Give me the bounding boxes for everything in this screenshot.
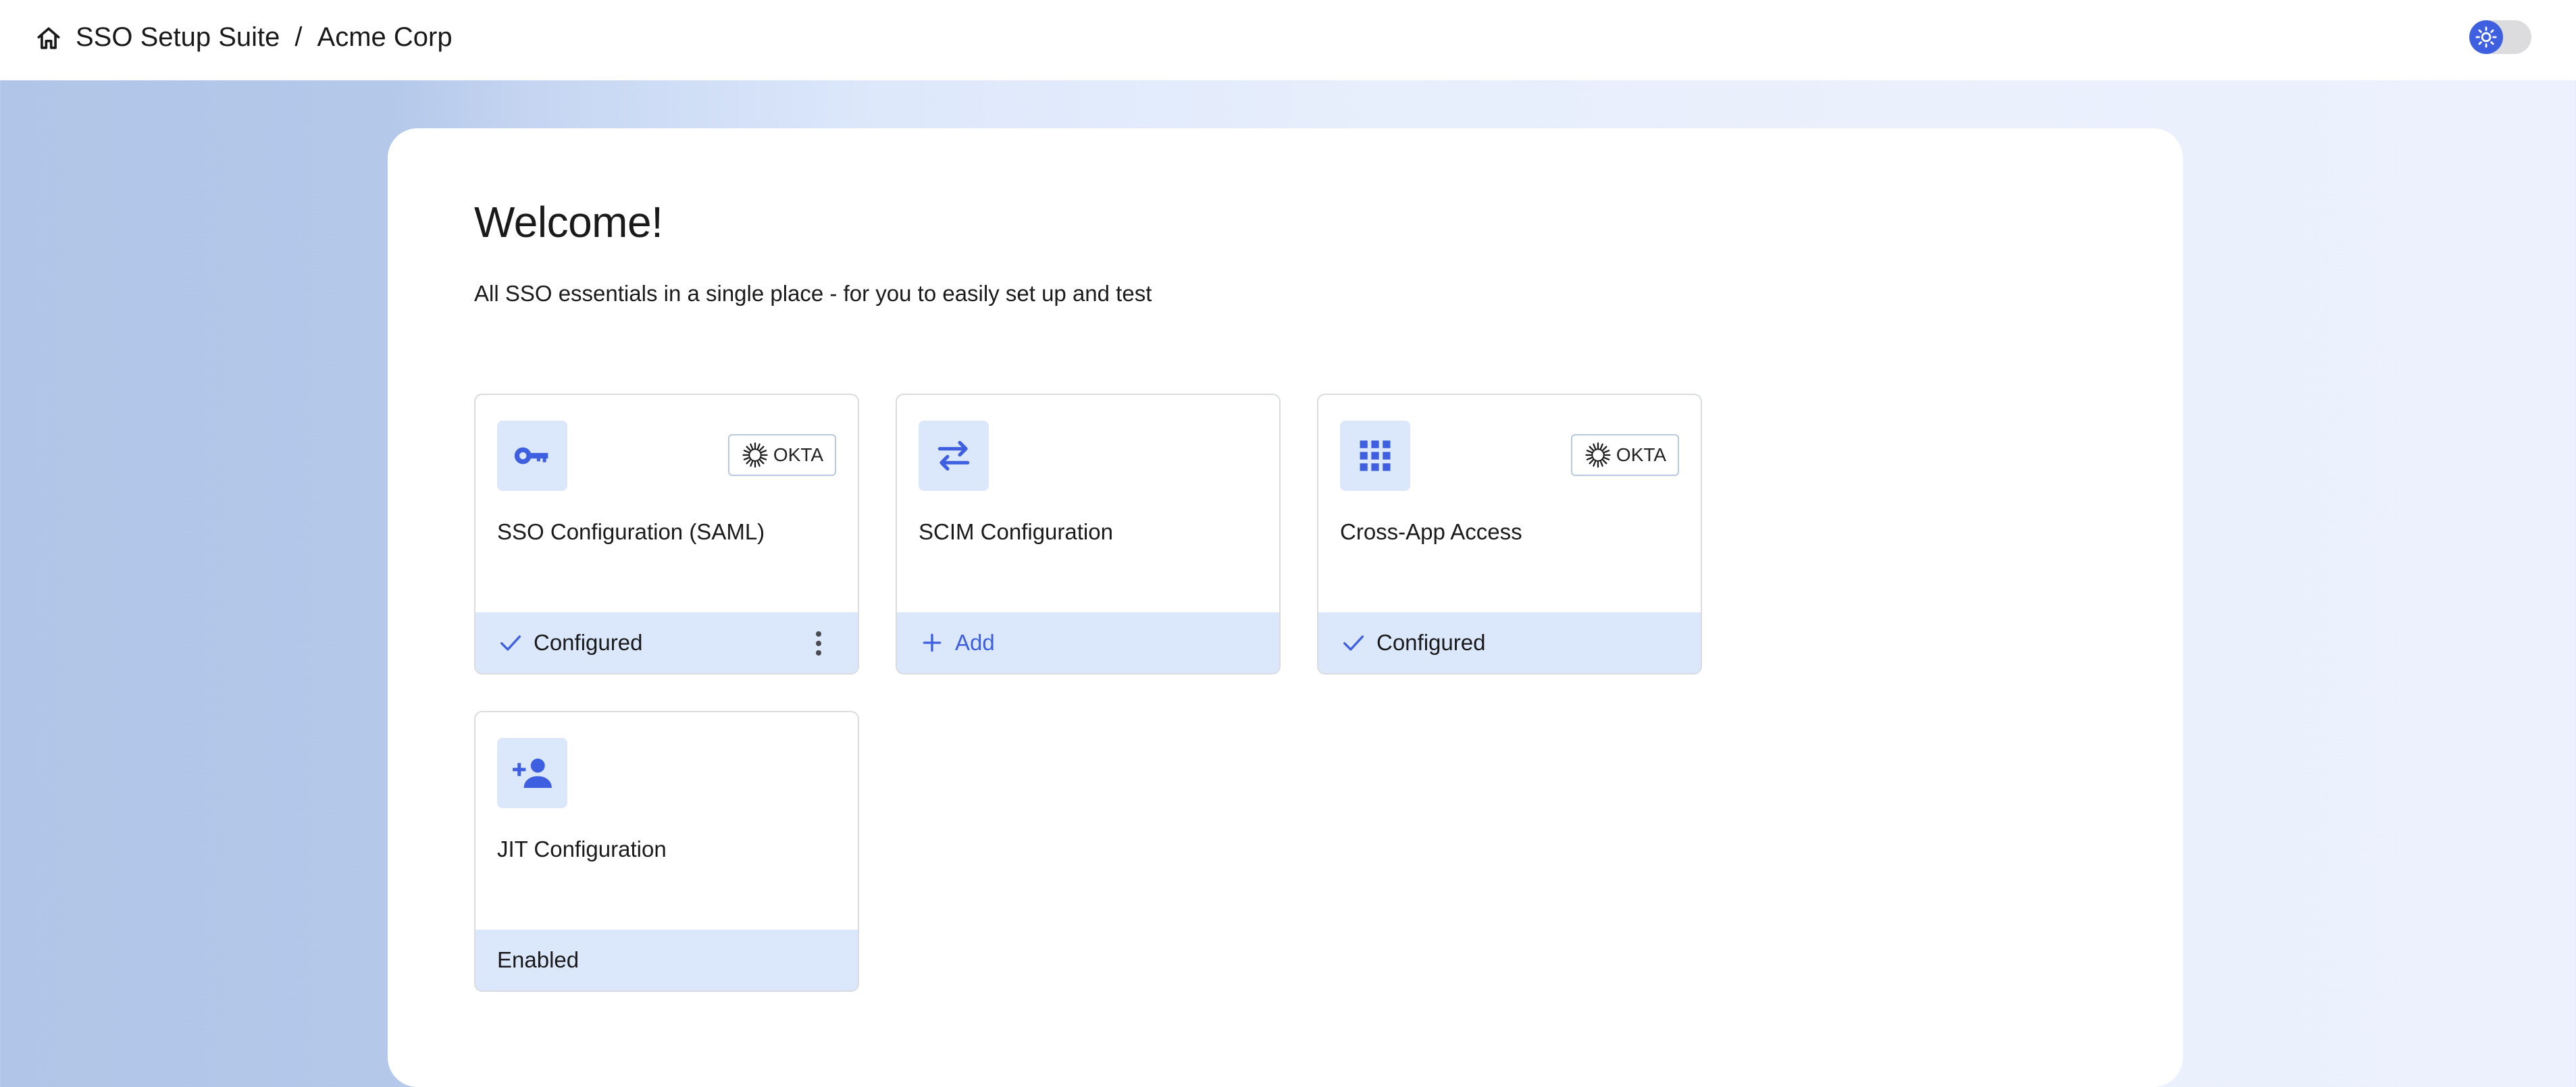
card-status-label: Configured [1376,630,1486,655]
okta-logo-icon [1585,442,1611,468]
okta-provider-badge: OKTA [728,434,836,476]
app-grid-icon [1360,440,1391,471]
card-status-label: Enabled [497,947,579,972]
plus-icon [923,633,942,652]
card-add-button[interactable]: Add [897,612,1279,673]
okta-badge-label: OKTA [1616,444,1667,465]
breadcrumb: SSO Setup Suite / Acme Corp [76,19,453,55]
card-status-label: Configured [534,630,643,655]
card-icon-tile [1340,421,1410,491]
sync-arrows-icon [937,441,970,471]
card-icon-tile [919,421,989,491]
card-status-footer[interactable]: Enabled [475,930,858,990]
okta-badge-label: OKTA [773,444,824,465]
card-title: JIT Configuration [497,837,667,861]
card-status-label: Add [955,630,995,655]
check-icon [500,635,521,651]
card-icon-tile [497,738,567,808]
key-icon [514,447,548,465]
card-sso-configuration[interactable]: OKTA SSO Configuration (SAML) Configured [474,394,859,674]
page-title: Welcome! [474,198,663,246]
page-subtitle: All SSO essentials in a single place - f… [474,281,1152,306]
card-cross-app-access[interactable]: OKTA Cross-App Access Configured [1317,394,1702,674]
more-options-icon[interactable] [815,631,823,656]
breadcrumb-separator: / [294,22,303,52]
okta-logo-icon [742,442,768,468]
card-scim-configuration[interactable]: SCIM Configuration Add [896,394,1281,674]
home-icon[interactable] [34,24,63,53]
card-icon-tile [497,421,567,491]
card-status-footer[interactable]: Configured [1318,612,1701,673]
check-icon [1343,635,1364,651]
card-title: SCIM Configuration [919,519,1113,544]
breadcrumb-org-name: Acme Corp [317,22,453,52]
card-status-footer[interactable]: Configured [475,612,858,673]
add-user-icon [513,758,552,788]
okta-provider-badge: OKTA [1571,434,1679,476]
card-title: SSO Configuration (SAML) [497,519,765,544]
theme-toggle-knob[interactable] [2469,20,2503,54]
breadcrumb-app-name[interactable]: SSO Setup Suite [76,22,280,53]
card-jit-configuration[interactable]: JIT Configuration Enabled [474,711,859,992]
theme-toggle[interactable] [2469,20,2531,54]
sun-icon [2475,26,2497,48]
top-bar: SSO Setup Suite / Acme Corp [0,0,2576,80]
card-title: Cross-App Access [1340,519,1522,544]
